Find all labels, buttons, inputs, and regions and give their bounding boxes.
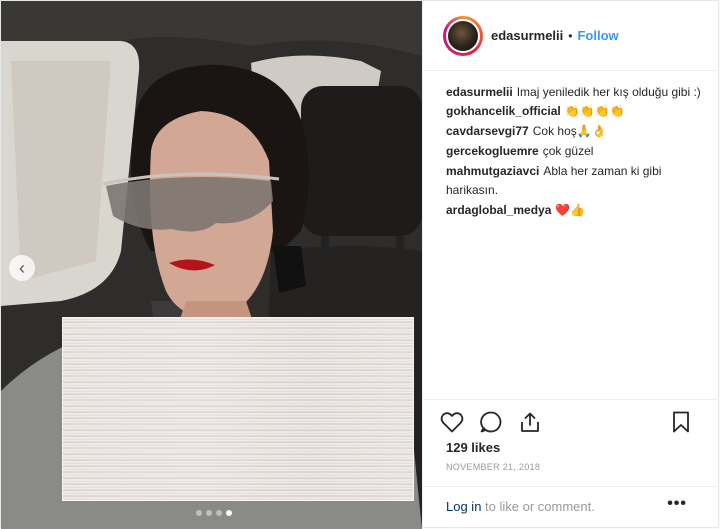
comment-text: çok güzel [542, 144, 594, 158]
login-prompt-text: to like or comment. [481, 499, 595, 514]
avatar [446, 18, 480, 53]
carousel-indicator [196, 510, 232, 516]
caption-text: Imaj yeniledik her kış olduğu gibi :) [516, 85, 701, 99]
carousel-dot-active [226, 510, 232, 516]
comment-item: gercekogluemre çok güzel [446, 142, 706, 161]
carousel-dot [196, 510, 202, 516]
comment-username[interactable]: ardaglobal_medya [446, 203, 551, 217]
caption-username[interactable]: edasurmelii [446, 85, 513, 99]
comment-username[interactable]: gercekogluemre [446, 144, 539, 158]
post-photo[interactable]: ‹ [1, 1, 422, 529]
carousel-prev-button[interactable]: ‹ [9, 255, 35, 281]
post-side-panel: edasurmelii • Follow edasurmelii Imaj yen… [422, 1, 719, 529]
comment-icon [480, 411, 502, 433]
comment-item: ardaglobal_medya ❤️👍 [446, 201, 706, 220]
like-count[interactable]: 129 likes [446, 440, 500, 455]
censored-overlay [62, 317, 414, 501]
comment-item: mahmutgaziavci Abla her zaman ki gibi har… [446, 162, 706, 200]
post-actions [423, 399, 719, 443]
header-username[interactable]: edasurmelii [491, 28, 563, 43]
bookmark-icon [673, 411, 689, 433]
carousel-dot [206, 510, 212, 516]
follow-button[interactable]: Follow [577, 28, 618, 43]
comment-item: gokhancelik_official 👏👏👏👏 [446, 102, 706, 121]
comment-item: cavdarsevgi77 Cok hoş🙏👌 [446, 122, 706, 141]
save-button[interactable] [668, 409, 694, 435]
post-card: ‹ edasurmelii • Follow edasurmelii Imaj y… [0, 0, 719, 529]
post-date: NOVEMBER 21, 2018 [446, 462, 541, 472]
more-options-button[interactable]: ••• [667, 495, 687, 513]
like-button[interactable] [439, 409, 465, 435]
login-prompt: Log in to like or comment. [446, 499, 595, 514]
comment-text: 👏👏👏👏 [564, 104, 625, 118]
carousel-dot [216, 510, 222, 516]
comment-button[interactable] [478, 409, 504, 435]
header-separator: • [568, 28, 573, 43]
comment-username[interactable]: cavdarsevgi77 [446, 124, 529, 138]
share-button[interactable] [517, 409, 543, 435]
comment-text: Cok hoş🙏👌 [532, 124, 607, 138]
post-header: edasurmelii • Follow [423, 1, 719, 71]
login-link[interactable]: Log in [446, 499, 481, 514]
chevron-left-icon: ‹ [19, 258, 25, 278]
comments-list: edasurmelii Imaj yeniledik her kış olduğu… [446, 83, 706, 221]
caption: edasurmelii Imaj yeniledik her kış olduğu… [446, 83, 706, 102]
comment-username[interactable]: mahmutgaziavci [446, 164, 539, 178]
comment-text: ❤️👍 [555, 203, 586, 217]
story-ring[interactable] [443, 15, 483, 56]
comment-username[interactable]: gokhancelik_official [446, 104, 561, 118]
heart-icon [440, 412, 464, 433]
share-icon [521, 412, 539, 432]
comment-login-bar: Log in to like or comment. ••• [423, 486, 719, 529]
